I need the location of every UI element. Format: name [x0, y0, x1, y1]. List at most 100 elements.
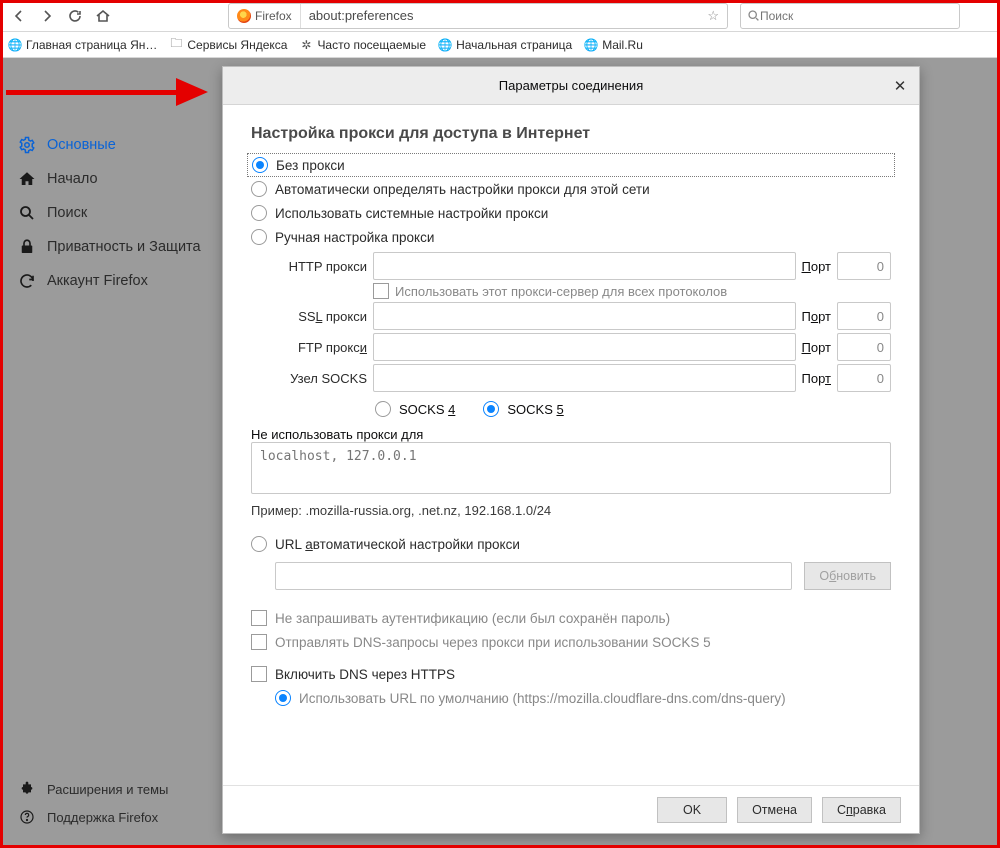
- no-proxy-textarea[interactable]: [251, 442, 891, 494]
- sidebar-label: Аккаунт Firefox: [47, 273, 148, 289]
- checkbox-icon: [251, 610, 267, 626]
- radio-socks5[interactable]: [483, 401, 499, 417]
- sidebar-label: Основные: [47, 137, 116, 153]
- url-input[interactable]: [301, 8, 700, 23]
- sidebar-label: Расширения и темы: [47, 782, 168, 797]
- radio-icon: [252, 157, 268, 173]
- sidebar-item-search[interactable]: Поиск: [3, 196, 223, 230]
- close-button[interactable]: ✕: [887, 73, 913, 99]
- radio-socks4[interactable]: [375, 401, 391, 417]
- socks-label: Узел SOCKS: [275, 371, 367, 386]
- dialog-header: Параметры соединения ✕: [223, 67, 919, 105]
- dialog-body[interactable]: Настройка прокси для доступа в Интернет …: [223, 105, 919, 785]
- bookmark-item[interactable]: 🌐Начальная страница: [438, 38, 572, 52]
- radio-icon: [251, 229, 267, 245]
- ssl-proxy-input[interactable]: [373, 302, 796, 330]
- ssl-port-input[interactable]: [837, 302, 891, 330]
- radio-auto-url[interactable]: URL автоматической настройки прокси: [251, 532, 891, 556]
- firefox-icon: [237, 9, 251, 23]
- help-icon: [17, 809, 37, 825]
- radio-icon: [251, 536, 267, 552]
- auto-url-row: Обновить: [275, 562, 891, 590]
- dialog-footer: OK Отмена Справка: [223, 785, 919, 833]
- lock-icon: [17, 238, 37, 256]
- no-proxy-for-label: Не использовать прокси для: [251, 427, 891, 442]
- search-icon: [17, 204, 37, 222]
- ok-button[interactable]: OK: [657, 797, 727, 823]
- socks-proxy-row: Узел SOCKS Порт: [275, 364, 891, 392]
- auto-url-input[interactable]: [275, 562, 792, 590]
- use-for-all-label: Использовать этот прокси-сервер для всех…: [395, 284, 727, 299]
- help-button[interactable]: Справка: [822, 797, 901, 823]
- http-proxy-input[interactable]: [373, 252, 796, 280]
- search-bar[interactable]: [740, 3, 960, 29]
- radio-icon: [275, 690, 291, 706]
- check-dns-socks5[interactable]: Отправлять DNS-запросы через прокси при …: [251, 630, 891, 654]
- sidebar-item-account[interactable]: Аккаунт Firefox: [3, 264, 223, 298]
- use-for-all-row: Использовать этот прокси-сервер для всех…: [373, 283, 891, 299]
- ssl-proxy-row: SSL прокси Порт: [275, 302, 891, 330]
- bookmark-star-icon[interactable]: ☆: [699, 8, 727, 24]
- section-title: Настройка прокси для доступа в Интернет: [251, 125, 891, 143]
- radio-system[interactable]: Использовать системные настройки прокси: [251, 201, 891, 225]
- bookmark-folder[interactable]: 🗀Сервисы Яндекса: [169, 38, 287, 52]
- ftp-proxy-row: FTP прокси Порт: [275, 333, 891, 361]
- sidebar-label: Приватность и Защита: [47, 239, 201, 255]
- radio-icon: [251, 205, 267, 221]
- forward-button[interactable]: [34, 3, 60, 29]
- identity-box[interactable]: Firefox: [229, 4, 301, 28]
- puzzle-icon: [17, 781, 37, 797]
- reload-button[interactable]: Обновить: [804, 562, 891, 590]
- home-icon: [17, 170, 37, 188]
- radio-icon: [251, 181, 267, 197]
- globe-icon: 🌐: [584, 38, 598, 52]
- checkbox-icon: [251, 666, 267, 682]
- annotation-arrow: [6, 78, 216, 104]
- home-button[interactable]: [90, 3, 116, 29]
- sidebar-item-home[interactable]: Начало: [3, 162, 223, 196]
- gear-icon: [17, 136, 37, 154]
- url-bar[interactable]: Firefox ☆: [228, 3, 728, 29]
- folder-icon: 🗀: [169, 38, 183, 52]
- bookmarks-toolbar: 🌐Главная страница Ян… 🗀Сервисы Яндекса ✲…: [0, 32, 1000, 58]
- cancel-button[interactable]: Отмена: [737, 797, 812, 823]
- sidebar-label: Поиск: [47, 205, 87, 221]
- sidebar-item-privacy[interactable]: Приватность и Защита: [3, 230, 223, 264]
- bookmark-item[interactable]: 🌐Mail.Ru: [584, 38, 643, 52]
- no-proxy-hint: Пример: .mozilla-russia.org, .net.nz, 19…: [251, 503, 891, 518]
- ftp-proxy-input[interactable]: [373, 333, 796, 361]
- checkbox-icon: [251, 634, 267, 650]
- browser-toolbar: Firefox ☆: [0, 0, 1000, 32]
- identity-label: Firefox: [255, 9, 292, 23]
- sync-icon: [17, 272, 37, 290]
- back-button[interactable]: [6, 3, 32, 29]
- globe-icon: 🌐: [438, 38, 452, 52]
- radio-manual[interactable]: Ручная настройка прокси: [251, 225, 891, 249]
- radio-no-proxy[interactable]: Без прокси: [247, 153, 895, 177]
- checkbox-icon[interactable]: [373, 283, 389, 299]
- gear-icon: ✲: [299, 38, 313, 52]
- socks-version-row: SOCKS 4 SOCKS 5: [375, 395, 891, 423]
- connection-settings-dialog: Параметры соединения ✕ Настройка прокси …: [222, 66, 920, 834]
- check-dns-https[interactable]: Включить DNS через HTTPS: [251, 662, 891, 686]
- globe-icon: 🌐: [8, 38, 22, 52]
- reload-button[interactable]: [62, 3, 88, 29]
- http-proxy-label: HTTP прокси: [275, 259, 367, 274]
- bookmark-item[interactable]: ✲Часто посещаемые: [299, 38, 426, 52]
- search-icon: [747, 9, 760, 22]
- radio-default-url[interactable]: Использовать URL по умолчанию (https://m…: [275, 686, 891, 710]
- search-input[interactable]: [760, 9, 953, 23]
- check-no-auth[interactable]: Не запрашивать аутентификацию (если был …: [251, 606, 891, 630]
- radio-auto-detect[interactable]: Автоматически определять настройки прокс…: [251, 177, 891, 201]
- preferences-sidebar: Основные Начало Поиск Приватность и Защи…: [3, 58, 223, 845]
- ftp-port-input[interactable]: [837, 333, 891, 361]
- socks-proxy-input[interactable]: [373, 364, 796, 392]
- sidebar-item-general[interactable]: Основные: [3, 128, 223, 162]
- bookmark-item[interactable]: 🌐Главная страница Ян…: [8, 38, 157, 52]
- http-port-input[interactable]: [837, 252, 891, 280]
- sidebar-label: Начало: [47, 171, 98, 187]
- sidebar-item-support[interactable]: Поддержка Firefox: [3, 803, 223, 831]
- dialog-title: Параметры соединения: [499, 78, 643, 93]
- socks-port-input[interactable]: [837, 364, 891, 392]
- sidebar-item-addons[interactable]: Расширения и темы: [3, 775, 223, 803]
